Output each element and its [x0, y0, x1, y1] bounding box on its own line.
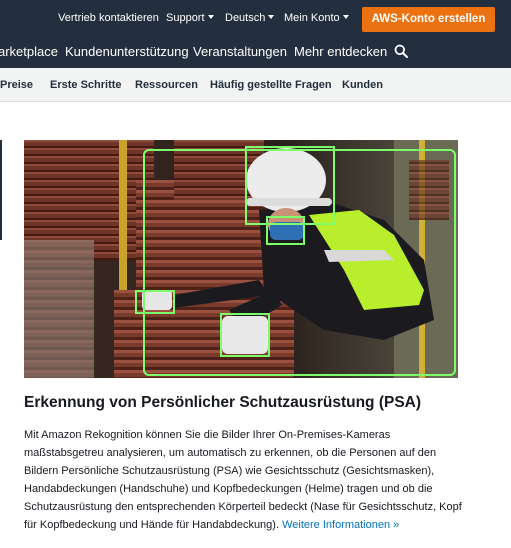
description-line-text: für Kopfbedeckung und Hände für Handabde…: [24, 519, 280, 531]
description-line: Bildern Persönliche Schutzausrüstung (PS…: [24, 465, 435, 477]
tab-resources[interactable]: Ressourcen: [135, 79, 198, 91]
chevron-down-icon: [342, 15, 349, 19]
nav-item-events[interactable]: Veranstaltungen: [193, 44, 287, 59]
learn-more-link[interactable]: Weitere Informationen »: [282, 519, 399, 531]
main-nav: arketplace Kundenunterstützung Veranstal…: [0, 38, 511, 68]
contact-sales-link[interactable]: Vertrieb kontaktieren: [58, 12, 159, 24]
language-label: Deutsch: [225, 12, 266, 24]
language-menu[interactable]: Deutsch: [225, 12, 275, 24]
section-description: Mit Amazon Rekognition können Sie die Bi…: [24, 426, 504, 534]
top-utility-bar: Vertrieb kontaktieren Support Deutsch Me…: [0, 0, 511, 38]
description-line: Schutzausrüstung den entsprechenden Körp…: [24, 501, 462, 513]
sub-nav: Preise Erste Schritte Ressourcen Häufig …: [0, 68, 511, 102]
nav-item-marketplace[interactable]: arketplace: [0, 44, 58, 59]
tab-getting-started[interactable]: Erste Schritte: [50, 79, 122, 91]
nav-item-explore[interactable]: Mehr entdecken: [294, 44, 387, 59]
nav-item-support[interactable]: Kundenunterstützung: [65, 44, 189, 59]
description-line-last: für Kopfbedeckung und Hände für Handabde…: [24, 516, 504, 534]
tab-customers[interactable]: Kunden: [342, 79, 383, 91]
support-label: Support: [166, 12, 205, 24]
description-line: Handabdeckungen (Handschuhe) und Kopfbed…: [24, 483, 433, 495]
tab-faq[interactable]: Häufig gestellte Fragen: [210, 79, 332, 91]
account-label: Mein Konto: [284, 12, 340, 24]
ppe-detection-image: [24, 140, 458, 378]
chevron-down-icon: [268, 15, 275, 19]
description-line: Mit Amazon Rekognition können Sie die Bi…: [24, 429, 391, 441]
description-line: maßstabsgetreu analysieren, um automatis…: [24, 447, 437, 459]
chevron-down-icon: [207, 15, 214, 19]
tab-pricing[interactable]: Preise: [0, 79, 33, 91]
section-title: Erkennung von Persönlicher Schutzausrüst…: [24, 394, 422, 411]
support-menu[interactable]: Support: [166, 12, 214, 24]
create-account-button[interactable]: AWS-Konto erstellen: [362, 7, 495, 32]
account-menu[interactable]: Mein Konto: [284, 12, 349, 24]
carousel-edge: [0, 140, 2, 240]
search-icon[interactable]: [394, 44, 408, 58]
